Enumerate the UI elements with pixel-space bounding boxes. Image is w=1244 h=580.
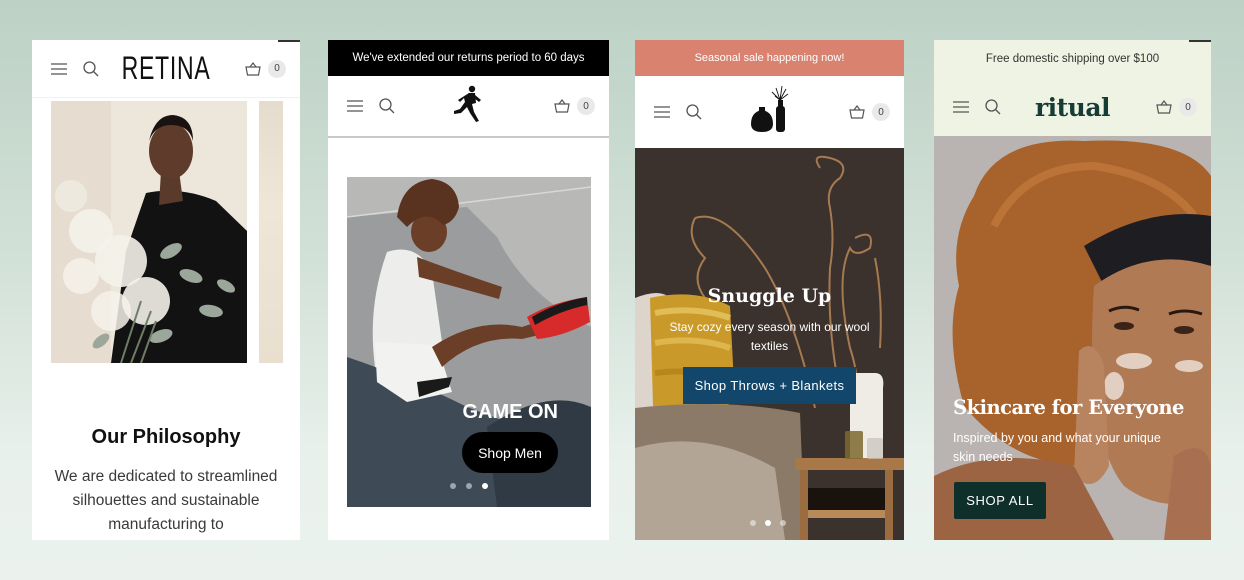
slide-dot-1[interactable] [750, 520, 756, 526]
search-icon[interactable] [685, 103, 703, 121]
cart-icon[interactable] [1155, 98, 1173, 116]
brand-logo[interactable]: ritual [1035, 93, 1111, 122]
hero-subtitle: Inspired by you and what your unique ski… [953, 431, 1161, 464]
slide-dot-3[interactable] [482, 483, 488, 489]
site-header: RETINA 0 [32, 40, 300, 98]
slide-pagination [750, 520, 786, 526]
slide-pagination [450, 483, 488, 489]
hero-title: Skincare for Everyone [953, 396, 1184, 419]
cart-icon[interactable] [848, 103, 866, 121]
hero-subtitle: Stay cozy every season with our wool tex… [669, 320, 870, 353]
cart-icon[interactable] [244, 60, 262, 78]
running-man-logo[interactable] [452, 85, 486, 128]
phone-athletic: We've extended our returns period to 60 … [328, 40, 609, 540]
phone-ritual: Free domestic shipping over $100 ritual … [934, 40, 1211, 540]
menu-icon[interactable] [952, 98, 970, 116]
hero-slide-image[interactable] [51, 101, 247, 363]
search-icon[interactable] [984, 98, 1002, 116]
menu-icon[interactable] [653, 103, 671, 121]
site-header: 0 [328, 76, 609, 138]
woman-with-flowers-image [51, 101, 247, 363]
hero-slide[interactable]: GAME ON Shop Men [347, 177, 591, 507]
slide-dot-3[interactable] [780, 520, 786, 526]
phone-home-textiles: Seasonal sale happening now! 0 Snuggle U… [635, 40, 904, 540]
next-slide-peek[interactable] [259, 101, 283, 363]
skincare-model-image [934, 136, 1211, 540]
cart-count-badge: 0 [1179, 98, 1197, 116]
section-title: Our Philosophy [91, 426, 241, 448]
corner-mark [1189, 40, 1211, 42]
cart-icon[interactable] [553, 97, 571, 115]
menu-icon[interactable] [346, 97, 364, 115]
section-body: We are dedicated to streamlined silhouet… [54, 468, 278, 533]
slide-dot-1[interactable] [450, 483, 456, 489]
slide-dot-2[interactable] [466, 483, 472, 489]
shop-all-button[interactable]: SHOP ALL [954, 482, 1046, 519]
announcement-bar[interactable]: We've extended our returns period to 60 … [328, 40, 609, 76]
hero-banner: Skincare for Everyone Inspired by you an… [934, 136, 1211, 540]
site-header: 0 [635, 76, 904, 148]
slide-dot-2[interactable] [765, 520, 771, 526]
shop-men-button[interactable]: Shop Men [462, 432, 558, 473]
announcement-bar[interactable]: Seasonal sale happening now! [635, 40, 904, 76]
brand-logo[interactable]: RETINA [122, 50, 211, 87]
cart-count-badge: 0 [577, 97, 595, 115]
search-icon[interactable] [378, 97, 396, 115]
search-icon[interactable] [82, 60, 100, 78]
menu-icon[interactable] [50, 60, 68, 78]
hero-banner: Snuggle Up Stay cozy every season with o… [635, 148, 904, 540]
site-header: ritual 0 [934, 78, 1211, 136]
shop-throws-blankets-button[interactable]: Shop Throws + Blankets [683, 367, 856, 404]
slide-heading: GAME ON [462, 401, 558, 423]
phone-retina: RETINA 0 Our Philosophy We are dedicated… [32, 40, 300, 540]
hero-title: Snuggle Up [707, 285, 832, 307]
announcement-bar[interactable]: Free domestic shipping over $100 [934, 40, 1211, 78]
vases-logo[interactable] [748, 85, 792, 139]
cart-count-badge: 0 [268, 59, 286, 78]
cart-count-badge: 0 [872, 103, 890, 121]
